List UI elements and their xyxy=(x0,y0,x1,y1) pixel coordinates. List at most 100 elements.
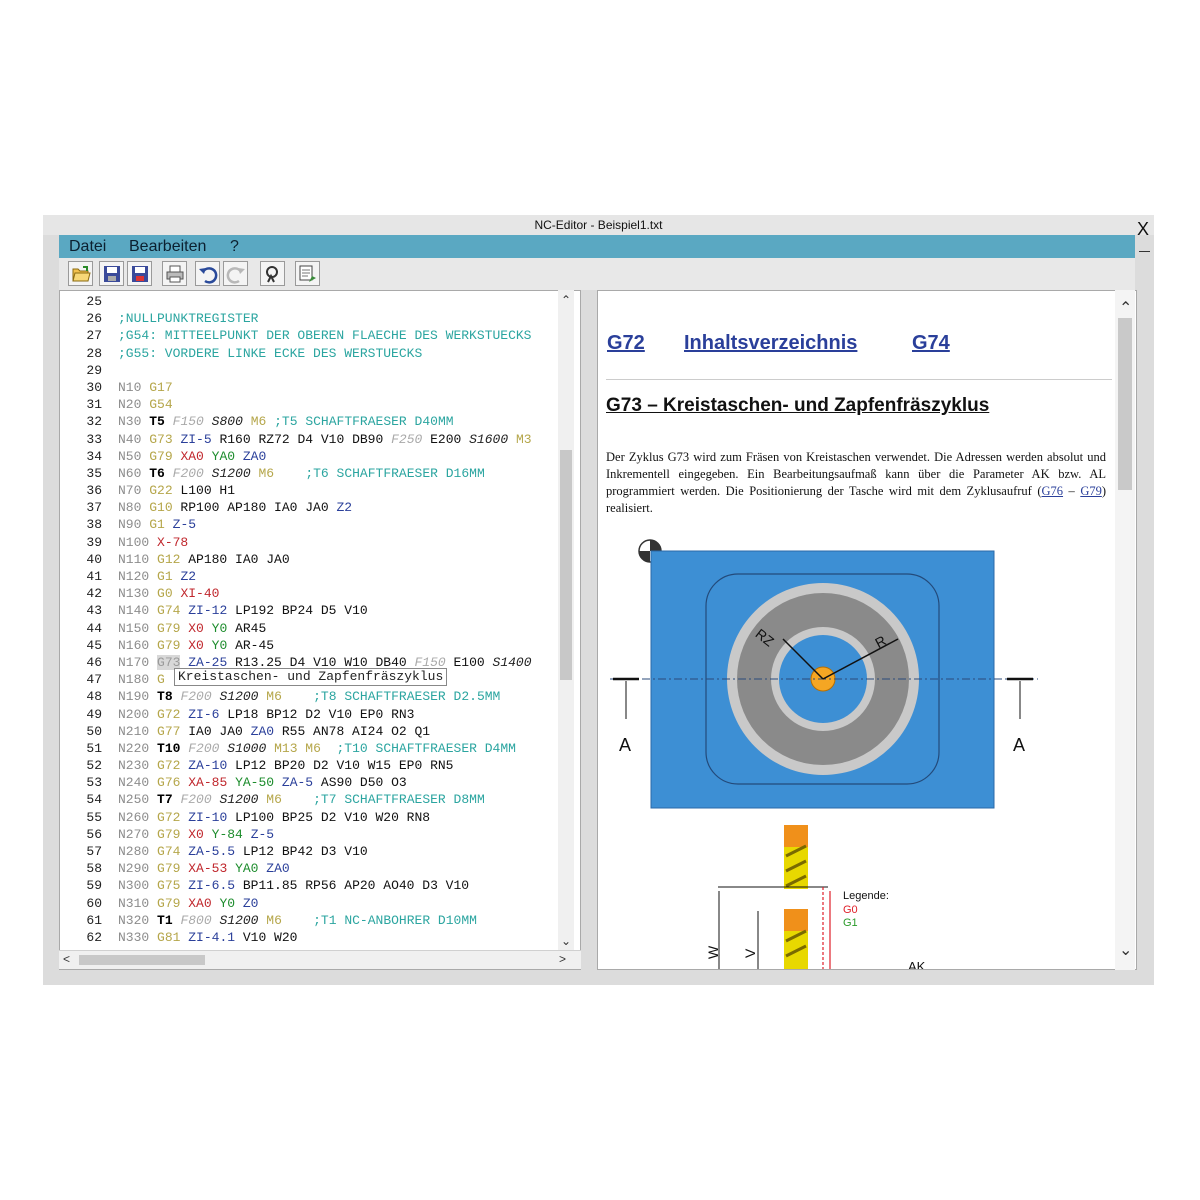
scroll-down-icon[interactable]: ⌄ xyxy=(1119,940,1132,960)
code-line[interactable]: 57 N280 G74 ZA-5.5 LP12 BP42 D3 V10 xyxy=(60,843,367,860)
code-token: E100 xyxy=(445,654,493,670)
code-line[interactable]: 36 N70 G22 L100 H1 xyxy=(60,482,235,499)
code-line[interactable]: 30 N10 G17 xyxy=(60,379,172,396)
code-line[interactable]: 39 N100 X-78 xyxy=(60,534,188,551)
code-token: T1 xyxy=(157,912,173,928)
next-link[interactable]: G74 xyxy=(912,332,950,355)
scroll-up-icon[interactable]: ⌃ xyxy=(561,293,571,307)
print-button[interactable] xyxy=(162,261,187,286)
code-line[interactable]: 54 N250 T7 F200 S1200 M6 ;T7 SCHAFTFRAESE… xyxy=(60,791,484,808)
code-line[interactable]: 32 N30 T5 F150 S800 M6 ;T5 SCHAFTFRAESER … xyxy=(60,413,453,430)
code-text: N250 T7 F200 S1200 M6 ;T7 SCHAFTFRAESER … xyxy=(118,791,485,808)
g73-diagram: RZ R A A Legende: G0 G1 W V AK xyxy=(610,539,1038,969)
code-text: N200 G72 ZI-6 LP18 BP12 D2 V10 EP0 RN3 xyxy=(118,706,415,723)
code-token: N150 xyxy=(118,620,158,636)
code-token: G72 xyxy=(157,758,181,774)
code-line[interactable]: 31 N20 G54 xyxy=(60,396,172,413)
line-number: 47 xyxy=(86,672,102,688)
code-line[interactable]: 40 N110 G12 AP180 IA0 JA0 xyxy=(60,551,289,568)
prev-link[interactable]: G72 xyxy=(607,332,645,355)
code-line[interactable]: 37 N80 G10 RP100 AP180 IA0 JA0 Z2 xyxy=(60,499,352,516)
code-token: ;T6 SCHAFTFRAESER D16MM xyxy=(274,465,485,481)
code-line[interactable]: 53 N240 G76 XA-85 YA-50 ZA-5 AS90 D50 O3 xyxy=(60,774,406,791)
code-token: F200 xyxy=(188,740,220,756)
menu-bar: Datei Bearbeiten ? xyxy=(59,235,1135,258)
scroll-up-icon[interactable]: ⌃ xyxy=(1119,298,1132,318)
scroll-right-icon[interactable]: > xyxy=(559,952,566,966)
code-line[interactable]: 43 N140 G74 ZI-12 LP192 BP24 D5 V10 xyxy=(60,602,367,619)
scroll-thumb[interactable] xyxy=(79,955,205,965)
menu-datei[interactable]: Datei xyxy=(69,238,106,256)
code-line[interactable]: 41 N120 G1 Z2 xyxy=(60,568,196,585)
link-g76[interactable]: G76 xyxy=(1042,484,1064,498)
code-line[interactable]: 58 N290 G79 XA-53 YA0 ZA0 xyxy=(60,860,289,877)
code-token: ZA-5 xyxy=(281,775,314,791)
code-token: G17 xyxy=(149,379,173,395)
menu-bearbeiten[interactable]: Bearbeiten xyxy=(129,238,206,256)
code-text: N80 G10 RP100 AP180 IA0 JA0 Z2 xyxy=(118,499,352,516)
code-line[interactable]: 35 N60 T6 F200 S1200 M6 ;T6 SCHAFTFRAESER… xyxy=(60,465,484,482)
code-token: N200 xyxy=(118,706,158,722)
scroll-down-icon[interactable]: ⌄ xyxy=(561,934,571,948)
code-line[interactable]: 47 N180 G xyxy=(60,671,164,688)
line-number: 32 xyxy=(86,414,102,430)
code-line[interactable]: 55 N260 G72 ZI-10 LP100 BP25 D2 V10 W20 R… xyxy=(60,809,430,826)
code-line[interactable]: 38 N90 G1 Z-5 xyxy=(60,516,196,533)
line-number: 45 xyxy=(86,637,102,653)
link-g79[interactable]: G79 xyxy=(1080,484,1102,498)
scroll-thumb[interactable] xyxy=(1118,318,1132,490)
line-number: 49 xyxy=(86,706,102,722)
code-line[interactable]: 26 ;NULLPUNKTREGISTER xyxy=(60,310,258,327)
code-line[interactable]: 48 N190 T8 F200 S1200 M6 ;T8 SCHAFTFRAESE… xyxy=(60,688,500,705)
close-button[interactable]: X xyxy=(1137,220,1149,238)
code-line[interactable]: 45 N160 G79 X0 Y0 AR-45 xyxy=(60,637,274,654)
code-line[interactable]: 62 N330 G81 ZI-4.1 V10 W20 xyxy=(60,929,297,946)
code-line[interactable]: 44 N150 G79 X0 Y0 AR45 xyxy=(60,620,266,637)
editor-horizontal-scrollbar[interactable]: < > xyxy=(59,950,581,969)
simulation-button[interactable] xyxy=(295,261,320,286)
code-line[interactable]: 50 N210 G77 IA0 JA0 ZA0 R55 AN78 AI24 O2 … xyxy=(60,723,430,740)
tool-shank-2 xyxy=(784,909,808,931)
code-token: LP100 BP25 D2 V10 W20 RN8 xyxy=(227,809,431,825)
search-button[interactable] xyxy=(260,261,285,286)
code-line[interactable]: 61 N320 T1 F800 S1200 M6 ;T1 NC-ANBOHRER … xyxy=(60,912,477,929)
code-line[interactable]: 49 N200 G72 ZI-6 LP18 BP12 D2 V10 EP0 RN3 xyxy=(60,706,414,723)
code-line[interactable]: 25 xyxy=(60,293,102,310)
code-line[interactable]: 28 ;G55: VORDERE LINKE ECKE DES WERSTUECK… xyxy=(60,345,422,362)
code-line[interactable]: 33 N40 G73 ZI-5 R160 RZ72 D4 V10 DB90 F25… xyxy=(60,431,531,448)
help-pane: G72 Inhaltsverzeichnis G74 G73 – Kreista… xyxy=(597,290,1137,970)
code-line[interactable]: 42 N130 G0 XI-40 xyxy=(60,585,219,602)
code-line[interactable]: 52 N230 G72 ZA-10 LP12 BP20 D2 V10 W15 EP… xyxy=(60,757,453,774)
save-as-button[interactable] xyxy=(127,261,152,286)
code-line[interactable]: 46 N170 G73 ZA-25 R13.25 D4 V10 W10 DB40 … xyxy=(60,654,532,671)
editor-vertical-scrollbar[interactable]: ⌃ ⌄ xyxy=(558,290,574,954)
code-editor[interactable]: 25 26 ;NULLPUNKTREGISTER 27 ;G54: MITTEELPUN… xyxy=(59,290,581,970)
code-line[interactable]: 51 N220 T10 F200 S1000 M13 M6 ;T10 SCHAFT… xyxy=(60,740,516,757)
code-token: ZI-12 xyxy=(188,603,228,619)
code-token: G79 xyxy=(157,620,181,636)
code-line[interactable]: 29 xyxy=(60,362,102,379)
code-line[interactable]: 34 N50 G79 XA0 YA0 ZA0 xyxy=(60,448,266,465)
save-button[interactable] xyxy=(99,261,124,286)
code-token: N230 xyxy=(118,758,158,774)
code-line[interactable]: 60 N310 G79 XA0 Y0 Z0 xyxy=(60,895,258,912)
help-vertical-scrollbar[interactable]: ⌃ ⌄ xyxy=(1115,290,1135,970)
code-token: M6 xyxy=(258,465,275,481)
menu-help[interactable]: ? xyxy=(230,238,239,256)
toc-link[interactable]: Inhaltsverzeichnis xyxy=(684,332,857,355)
code-line[interactable]: 56 N270 G79 X0 Y-84 Z-5 xyxy=(60,826,274,843)
scroll-left-icon[interactable]: < xyxy=(63,952,70,966)
code-line[interactable]: 59 N300 G75 ZI-6.5 BP11.85 RP56 AP20 AO40… xyxy=(60,877,469,894)
minimize-button[interactable] xyxy=(1139,251,1150,252)
line-number: 41 xyxy=(86,569,102,584)
open-button[interactable] xyxy=(68,261,93,286)
code-token: LP192 BP24 D5 V10 xyxy=(227,603,368,619)
code-line[interactable]: 27 ;G54: MITTEELPUNKT DER OBEREN FLAECHE … xyxy=(60,327,531,344)
scroll-thumb[interactable] xyxy=(560,450,572,680)
redo-button[interactable] xyxy=(223,261,248,286)
undo-button[interactable] xyxy=(195,261,220,286)
code-token: ;T7 SCHAFTFRAESER D8MM xyxy=(281,792,485,808)
